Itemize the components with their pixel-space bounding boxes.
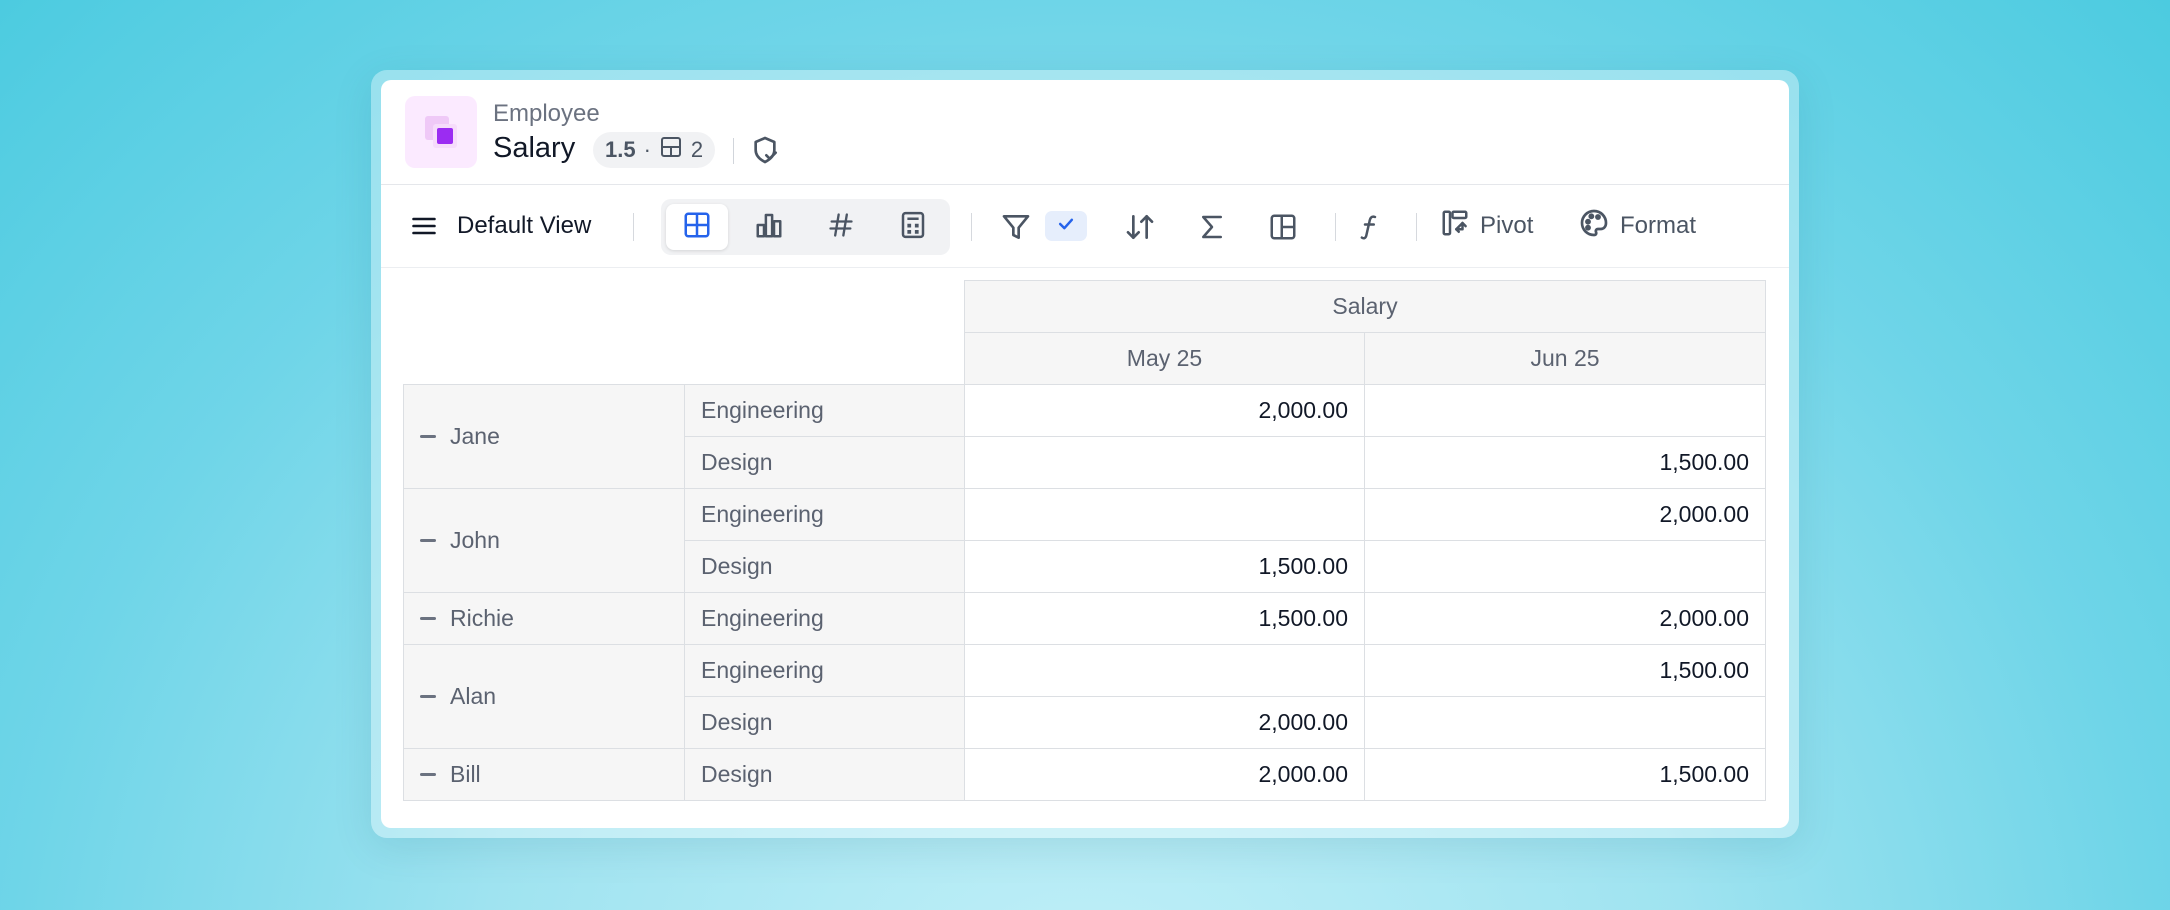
table-row: Bill Design 2,000.00 1,500.00 xyxy=(403,748,1766,801)
row-label: Engineering xyxy=(684,592,965,645)
row-label: Engineering xyxy=(684,644,965,697)
page-title: Salary xyxy=(493,132,576,164)
bar-chart-icon xyxy=(754,210,784,245)
row-group-john[interactable]: John xyxy=(403,488,685,593)
layout-panels-icon[interactable] xyxy=(1266,210,1300,244)
value-cell[interactable]: 1,500.00 xyxy=(1364,436,1766,489)
hash-icon xyxy=(827,211,855,244)
collapse-icon[interactable] xyxy=(420,539,436,542)
format-label: Format xyxy=(1620,212,1697,239)
value-cell[interactable]: 2,000.00 xyxy=(964,384,1365,437)
header-row-measure: Salary xyxy=(404,280,1766,333)
version-label: 1.5 xyxy=(605,137,636,162)
filter-icon[interactable] xyxy=(999,210,1033,244)
menu-icon[interactable] xyxy=(409,211,439,241)
row-label: Design xyxy=(684,748,965,801)
sigma-icon[interactable] xyxy=(1195,210,1229,244)
toolbar: Default View Pivot Format xyxy=(381,185,1789,268)
row-group-jane[interactable]: Jane xyxy=(403,384,685,489)
shield-check-icon[interactable] xyxy=(749,134,781,171)
row-group-label: John xyxy=(450,527,500,553)
toolbar-divider xyxy=(633,213,634,241)
row-group-label: Bill xyxy=(450,761,481,787)
collapse-icon[interactable] xyxy=(420,617,436,620)
row-group-richie[interactable]: Richie xyxy=(403,592,685,645)
pivot-button[interactable]: Pivot xyxy=(1440,207,1533,245)
table-view-button[interactable] xyxy=(666,204,728,250)
pivot-label: Pivot xyxy=(1480,212,1534,239)
table-row: Jane Engineering 2,000.00 xyxy=(403,384,1766,489)
value-cell[interactable] xyxy=(1364,540,1766,593)
table-row: Alan Engineering 1,500.00 xyxy=(403,644,1766,749)
number-view-button[interactable] xyxy=(810,204,872,250)
function-icon[interactable] xyxy=(1353,210,1387,244)
value-cell[interactable]: 2,000.00 xyxy=(1364,488,1766,541)
table-icon xyxy=(682,210,712,245)
value-cell[interactable]: 2,000.00 xyxy=(1364,592,1766,645)
table-row: Richie Engineering 1,500.00 2,000.00 xyxy=(403,592,1766,645)
pivot-icon xyxy=(1440,208,1470,245)
column-header[interactable]: Jun 25 xyxy=(1364,332,1766,385)
value-cell[interactable]: 2,000.00 xyxy=(964,748,1365,801)
header: Employee Salary 1.5 · 2 xyxy=(381,80,1789,185)
view-type-switcher xyxy=(661,199,950,255)
calculator-icon xyxy=(898,210,928,245)
filter-active-badge[interactable] xyxy=(1045,211,1087,241)
header-divider xyxy=(733,138,734,164)
table-row: John Engineering 2,000.00 xyxy=(403,488,1766,593)
pivot-table: Salary May 25 Jun 25 Jane Engineering 2,… xyxy=(403,280,1766,801)
view-name[interactable]: Default View xyxy=(457,211,591,241)
row-group-alan[interactable]: Alan xyxy=(403,644,685,749)
row-group-bill[interactable]: Bill xyxy=(403,748,685,801)
app-icon[interactable] xyxy=(405,96,477,168)
row-group-label: Alan xyxy=(450,683,497,709)
window-frame: Employee Salary 1.5 · 2 Default View Piv… xyxy=(371,70,1799,838)
layout-icon xyxy=(659,135,683,165)
collapse-icon[interactable] xyxy=(420,695,436,698)
row-group-label: Richie xyxy=(450,605,514,631)
check-icon xyxy=(1056,214,1076,239)
toolbar-divider xyxy=(1416,213,1417,241)
value-cell[interactable] xyxy=(964,488,1365,541)
toolbar-divider xyxy=(971,213,972,241)
calculator-view-button[interactable] xyxy=(882,204,944,250)
toolbar-divider xyxy=(1335,213,1336,241)
layout-count: 2 xyxy=(690,137,704,162)
value-cell[interactable]: 1,500.00 xyxy=(1364,644,1766,697)
collapse-icon[interactable] xyxy=(420,773,436,776)
row-label: Engineering xyxy=(684,488,965,541)
version-badge[interactable]: 1.5 · 2 xyxy=(593,132,716,168)
corner-cell xyxy=(404,281,965,385)
column-header[interactable]: May 25 xyxy=(964,332,1365,385)
pivot-card: Employee Salary 1.5 · 2 Default View Piv… xyxy=(381,80,1789,828)
sort-icon[interactable] xyxy=(1123,210,1157,244)
collapse-icon[interactable] xyxy=(420,435,436,438)
chart-view-button[interactable] xyxy=(738,204,800,250)
row-group-label: Jane xyxy=(450,423,500,449)
parent-name[interactable]: Employee xyxy=(493,100,600,128)
value-cell[interactable] xyxy=(1364,384,1766,437)
badge-separator: · xyxy=(643,137,651,162)
value-cell[interactable]: 1,500.00 xyxy=(964,592,1365,645)
value-cell[interactable]: 1,500.00 xyxy=(1364,748,1766,801)
measure-header[interactable]: Salary xyxy=(964,280,1766,333)
value-cell[interactable] xyxy=(964,644,1365,697)
value-cell[interactable] xyxy=(964,436,1365,489)
format-button[interactable]: Format xyxy=(1578,207,1696,245)
row-label: Design xyxy=(684,436,965,489)
row-label: Design xyxy=(684,696,965,749)
value-cell[interactable]: 2,000.00 xyxy=(964,696,1365,749)
palette-icon xyxy=(1578,207,1610,246)
value-cell[interactable]: 1,500.00 xyxy=(964,540,1365,593)
row-label: Engineering xyxy=(684,384,965,437)
row-label: Design xyxy=(684,540,965,593)
value-cell[interactable] xyxy=(1364,696,1766,749)
